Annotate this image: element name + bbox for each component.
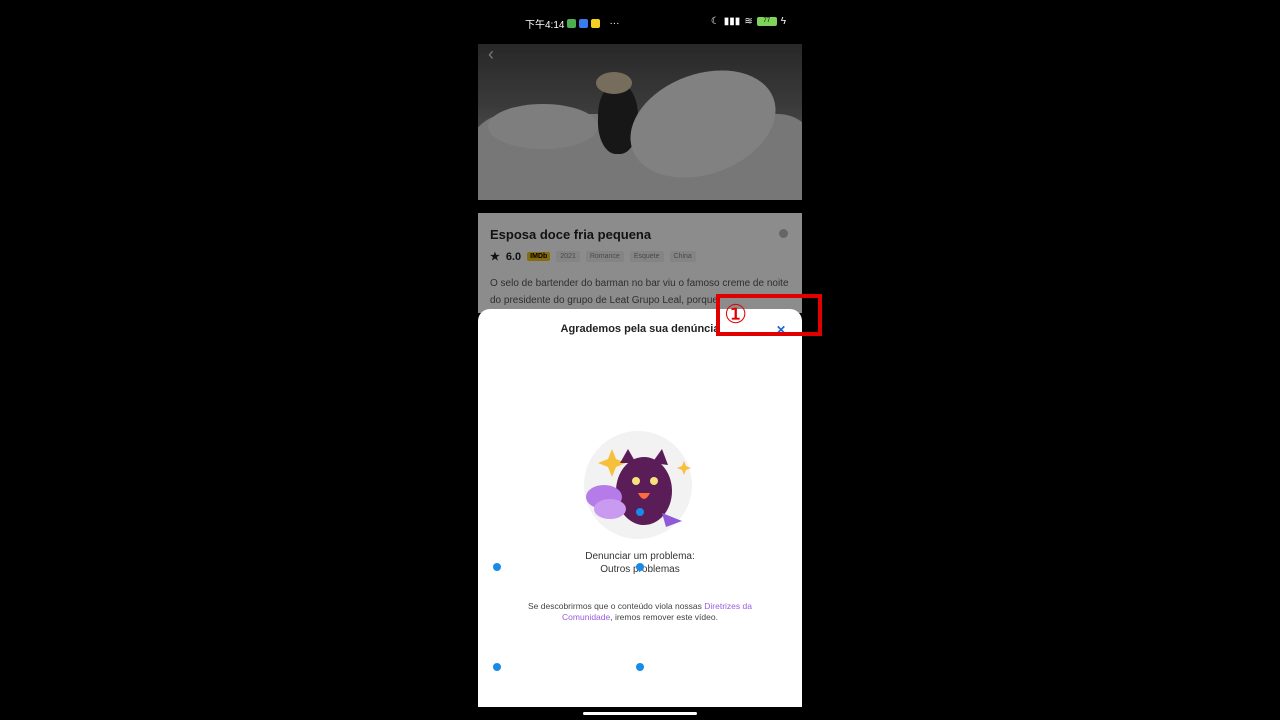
moon-icon: ☾	[710, 16, 720, 27]
policy-text: Se descobrirmos que o conteúdo viola nos…	[508, 601, 772, 623]
annotation-label: ①	[724, 299, 748, 329]
report-label: Denunciar um problema:	[585, 551, 695, 562]
marker-dot	[493, 563, 501, 571]
marker-dot	[636, 508, 644, 516]
status-bar: 下午4:14 ··· ☾ ▮▮▮ ≋ 77 ϟ	[478, 12, 802, 32]
signal-icon: ▮▮▮	[723, 16, 741, 27]
marker-dot	[493, 663, 501, 671]
status-time: 下午4:14	[525, 20, 565, 31]
charging-icon: ϟ	[780, 16, 786, 27]
modal-backdrop[interactable]	[478, 44, 802, 314]
marker-dot	[636, 563, 644, 571]
mascot-illustration	[584, 431, 692, 539]
marker-dot	[636, 663, 644, 671]
policy-pre: Se descobrirmos que o conteúdo viola nos…	[528, 601, 705, 611]
app-notification-icon	[591, 19, 601, 28]
phone-screen: 下午4:14 ··· ☾ ▮▮▮ ≋ 77 ϟ ‹ Esposa doce fr…	[478, 0, 802, 720]
more-notifications-icon: ···	[609, 18, 620, 29]
wifi-icon: ≋	[744, 16, 753, 27]
policy-post: , iremos remover este vídeo.	[610, 612, 718, 622]
app-notification-icon	[567, 19, 577, 28]
app-notification-icon	[579, 19, 589, 28]
battery-icon: 77	[756, 17, 777, 26]
home-indicator[interactable]	[583, 712, 697, 715]
